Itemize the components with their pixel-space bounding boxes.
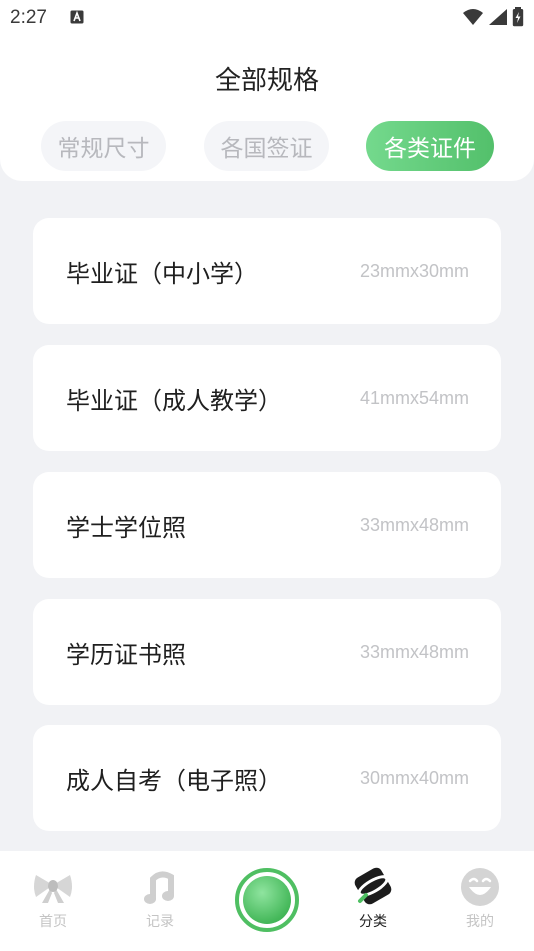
page-title: 全部规格 (214, 66, 319, 96)
spec-size: 23mmx30mm (359, 260, 469, 281)
nav-label: 我的 (466, 914, 494, 930)
signal-icon (489, 9, 507, 25)
wifi-icon (463, 9, 483, 25)
tab-regular-size[interactable]: 常规尺寸 (41, 121, 166, 171)
list-item[interactable]: 毕业证（成人教学） 41mmx54mm (33, 345, 501, 451)
music-note-icon (144, 871, 174, 904)
spec-name: 毕业证（成人教学） (66, 386, 282, 415)
nav-label: 首页 (39, 914, 67, 930)
tab-country-visa[interactable]: 各国签证 (204, 121, 329, 171)
status-bar: 2:27 (0, 0, 534, 36)
spec-name: 成人自考（电子照） (66, 766, 282, 795)
camera-shutter-button[interactable] (235, 868, 299, 932)
spec-size: 33mmx48mm (359, 514, 469, 535)
bow-icon (34, 875, 72, 903)
camera-shutter-icon (243, 876, 291, 924)
spec-name: 学士学位照 (66, 513, 186, 542)
list-item[interactable]: 学士学位照 33mmx48mm (33, 472, 501, 578)
tab-documents[interactable]: 各类证件 (366, 121, 494, 171)
spec-name: 学历证书照 (66, 640, 186, 669)
list-item[interactable]: 成人自考（电子照） 30mmx40mm (33, 725, 501, 831)
bottom-nav: 首页 记录 分类 我的 (0, 851, 534, 951)
smiley-icon (461, 868, 499, 906)
list-item[interactable]: 毕业证（中小学） 23mmx30mm (33, 218, 501, 324)
status-time: 2:27 (10, 7, 47, 28)
nav-records[interactable]: 记录 (125, 867, 195, 937)
spec-size: 33mmx48mm (359, 641, 469, 662)
nav-home[interactable]: 首页 (18, 867, 88, 937)
list-item[interactable]: 学历证书照 33mmx48mm (33, 599, 501, 705)
battery-charging-icon (512, 7, 524, 27)
a-box-icon (70, 10, 84, 24)
status-icons (462, 7, 524, 27)
spec-size: 30mmx40mm (359, 767, 469, 788)
category-icon (354, 867, 392, 905)
spec-name: 毕业证（中小学） (66, 259, 258, 288)
nav-profile[interactable]: 我的 (445, 867, 515, 937)
nav-category[interactable]: 分类 (338, 867, 408, 937)
spec-tabs: 常规尺寸 各国签证 各类证件 (0, 121, 534, 171)
nav-label: 记录 (146, 914, 174, 930)
nav-label: 分类 (359, 914, 387, 930)
spec-size: 41mmx54mm (359, 387, 469, 408)
